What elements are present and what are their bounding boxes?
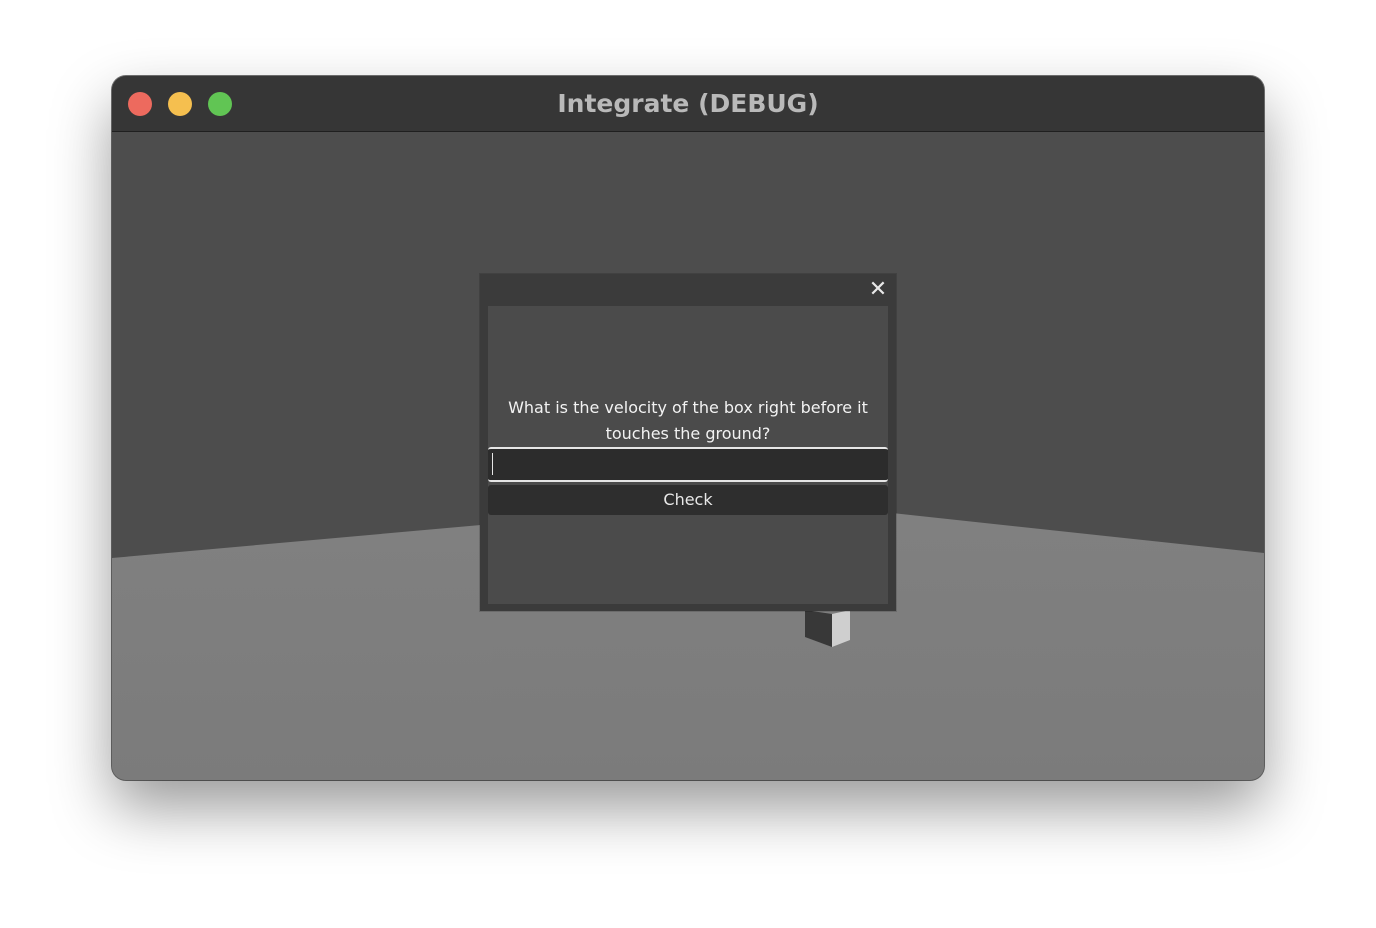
check-button[interactable]: Check	[488, 485, 888, 515]
text-caret	[492, 453, 493, 475]
ground-right	[892, 513, 1264, 780]
question-dialog: ✕ What is the velocity of the box right …	[480, 274, 896, 611]
close-icon[interactable]: ✕	[868, 279, 888, 301]
game-viewport[interactable]: ✕ What is the velocity of the box right …	[112, 132, 1264, 780]
app-window: Integrate (DEBUG) ✕ What is the velocity…	[112, 76, 1264, 780]
question-text: What is the velocity of the box right be…	[508, 398, 868, 443]
answer-input[interactable]	[488, 447, 888, 482]
window-title: Integrate (DEBUG)	[557, 89, 819, 118]
dialog-body: What is the velocity of the box right be…	[488, 306, 888, 604]
answer-field-wrapper	[488, 447, 888, 482]
ground-left	[112, 524, 492, 780]
title-bar: Integrate (DEBUG)	[112, 76, 1264, 132]
